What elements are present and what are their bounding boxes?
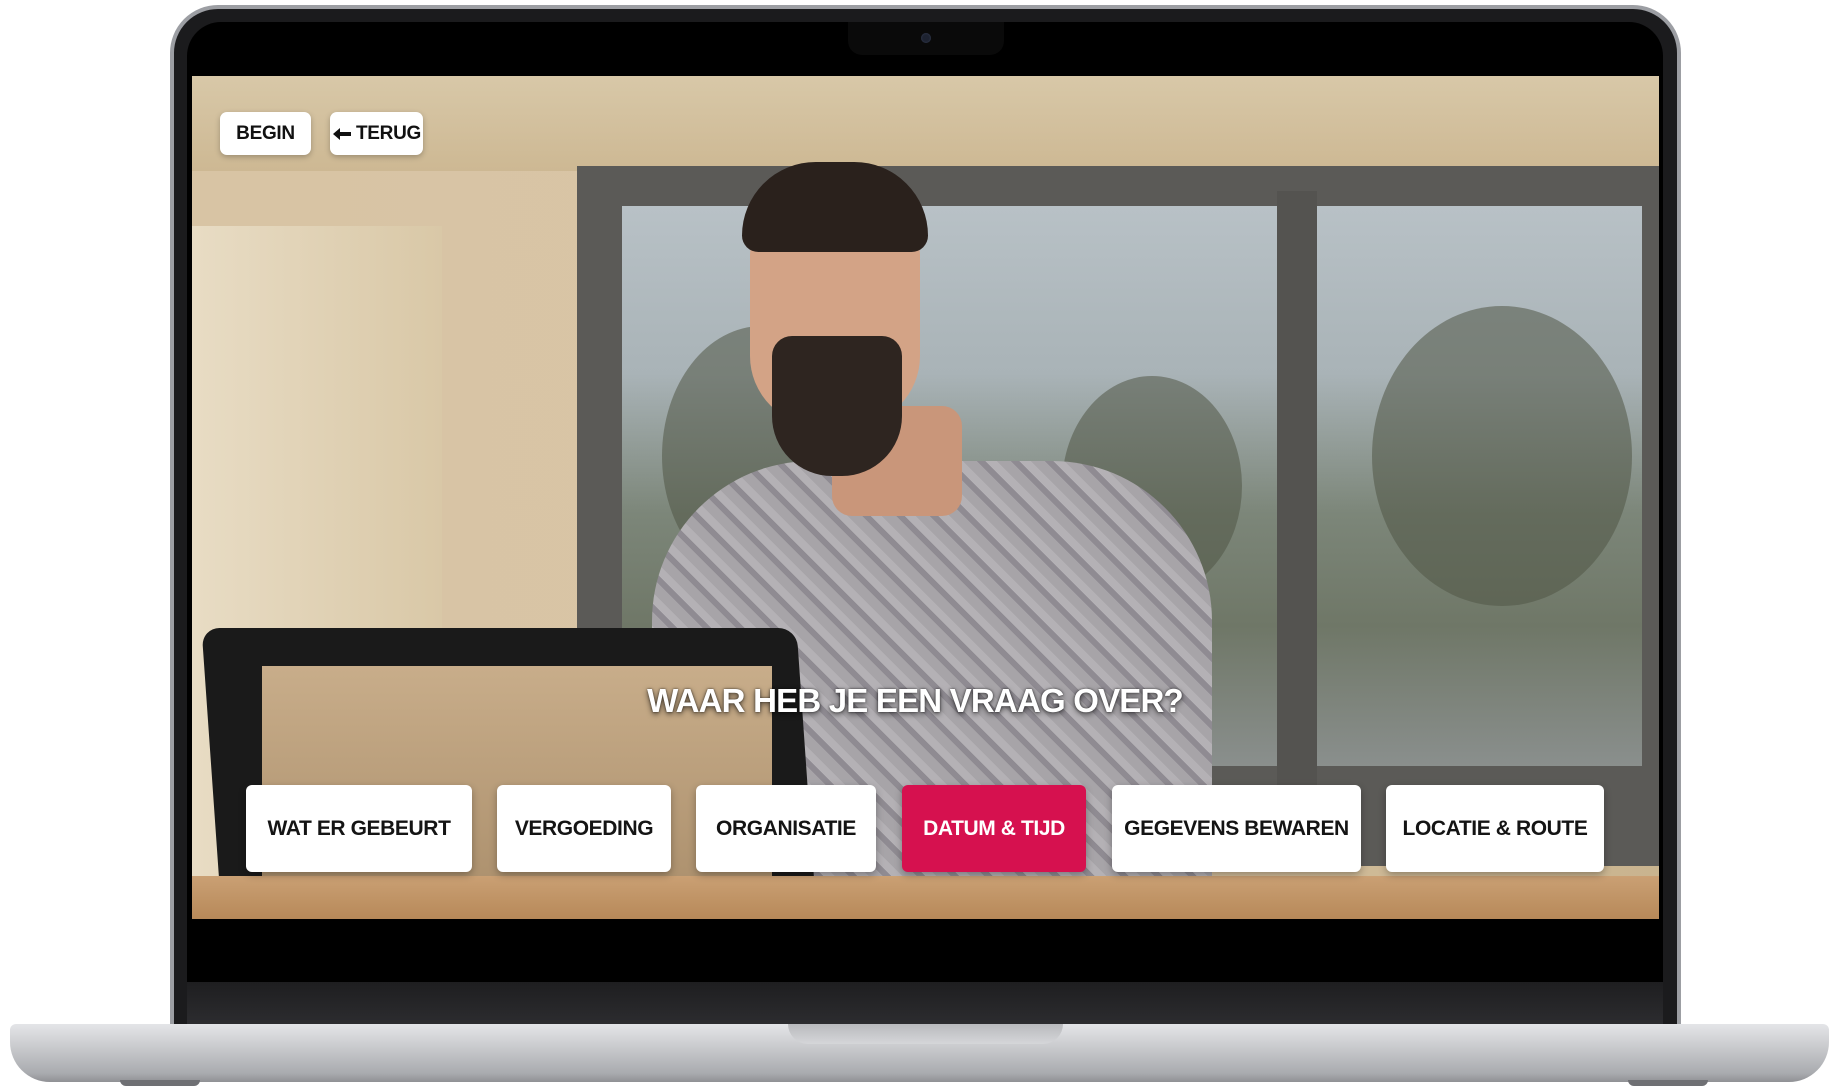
option-label: ORGANISATIE <box>716 816 856 840</box>
option-label: WAT ER GEBEURT <box>267 816 451 840</box>
camera-icon <box>921 33 931 43</box>
option-label: GEGEVENS BEWAREN <box>1124 816 1349 840</box>
option-label: LOCATIE & ROUTE <box>1402 816 1588 840</box>
video-tree <box>1372 306 1632 606</box>
back-button[interactable]: TERUG <box>330 112 423 155</box>
question-heading: WAAR HEB JE EEN VRAAG OVER? <box>647 682 1184 719</box>
option-locatie-route[interactable]: LOCATIE & ROUTE <box>1386 785 1604 872</box>
trackpad-notch <box>788 1024 1063 1044</box>
option-vergoeding[interactable]: VERGOEDING <box>497 785 671 872</box>
option-organisatie[interactable]: ORGANISATIE <box>696 785 876 872</box>
video-window-mullion <box>1277 191 1317 791</box>
option-wat-er-gebeurt[interactable]: WAT ER GEBEURT <box>246 785 472 872</box>
back-label: TERUG <box>355 122 421 144</box>
option-label: DATUM & TIJD <box>923 816 1065 840</box>
begin-label: BEGIN <box>236 122 295 144</box>
laptop-foot-left <box>120 1080 200 1086</box>
laptop-foot-right <box>1628 1080 1708 1086</box>
option-label: VERGOEDING <box>514 816 654 840</box>
option-gegevens-bewaren[interactable]: GEGEVENS BEWAREN <box>1112 785 1361 872</box>
arrow-left-icon <box>332 127 352 141</box>
lower-bezel <box>187 982 1663 1024</box>
begin-button[interactable]: BEGIN <box>220 112 311 155</box>
option-datum-tijd[interactable]: DATUM & TIJD <box>902 785 1086 872</box>
video-person-beard <box>772 336 902 476</box>
video-desk <box>192 876 1659 919</box>
